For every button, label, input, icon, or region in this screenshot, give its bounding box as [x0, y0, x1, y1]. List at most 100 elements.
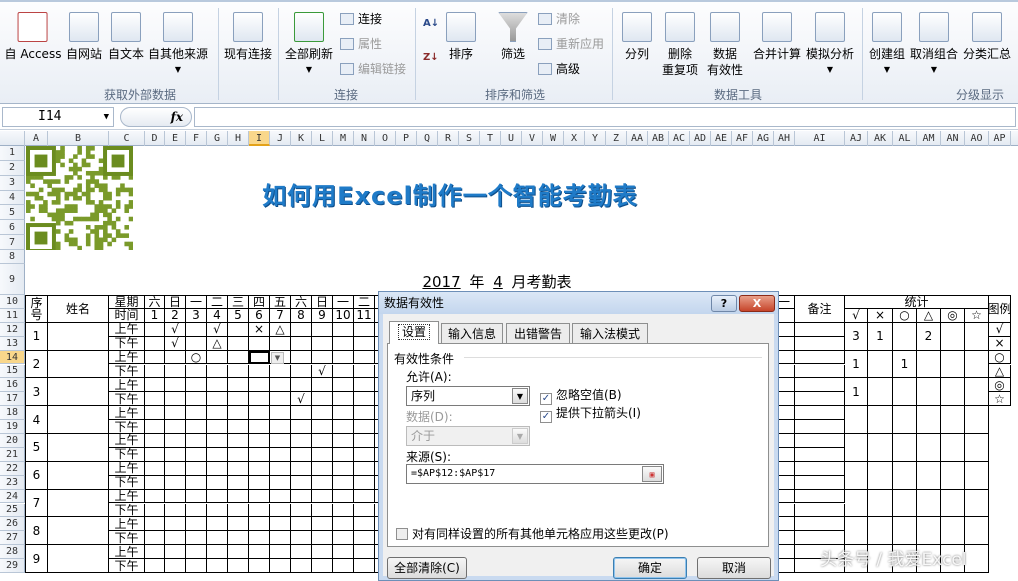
cell-I21[interactable]	[249, 447, 270, 462]
cell-E27[interactable]	[165, 531, 186, 546]
cell-C24[interactable]: 上午	[109, 489, 145, 504]
row-header-15[interactable]: 15	[0, 364, 25, 379]
cell-AP13[interactable]: ×	[989, 336, 1011, 351]
cell-F21[interactable]	[186, 447, 207, 462]
cell-N19[interactable]	[354, 420, 375, 434]
cell-H26[interactable]	[228, 517, 249, 532]
from-other-sources-button[interactable]: 自其他来源 ▼	[148, 6, 208, 78]
column-header-X[interactable]: X	[564, 131, 585, 146]
cell-H18[interactable]	[228, 406, 249, 421]
cell-AP16[interactable]: ◎	[989, 378, 1011, 393]
cell-F12[interactable]	[186, 322, 207, 337]
cell-K19[interactable]	[291, 420, 312, 434]
cell-AI21[interactable]	[795, 447, 845, 462]
cell-I16[interactable]	[249, 378, 270, 393]
column-header-R[interactable]: R	[438, 131, 459, 146]
cell-K25[interactable]	[291, 503, 312, 518]
column-header-G[interactable]: G	[207, 131, 228, 146]
cell-F13[interactable]	[186, 336, 207, 351]
column-header-T[interactable]: T	[480, 131, 501, 146]
cell-AL11[interactable]: ○	[893, 308, 917, 323]
cell-AI25[interactable]	[795, 503, 845, 518]
year-value[interactable]: 2017	[418, 273, 464, 291]
cell-AM12[interactable]: 2	[917, 322, 941, 351]
cell-C25[interactable]: 下午	[109, 503, 145, 518]
cell-N29[interactable]	[354, 559, 375, 573]
cell-B24[interactable]	[48, 489, 109, 518]
cell-E20[interactable]	[165, 434, 186, 448]
cell-M29[interactable]	[333, 559, 354, 573]
column-header-AO[interactable]: AO	[965, 131, 989, 146]
cell-B22[interactable]	[48, 461, 109, 490]
cell-G15[interactable]	[207, 364, 228, 379]
column-header-E[interactable]: E	[165, 131, 186, 146]
cell-H25[interactable]	[228, 503, 249, 518]
cancel-button[interactable]: 取消	[697, 557, 771, 579]
cell-J12[interactable]: △	[270, 322, 291, 337]
cell-AJ24[interactable]	[845, 489, 868, 518]
cell-K26[interactable]	[291, 517, 312, 532]
cell-G14[interactable]	[207, 350, 228, 365]
source-input[interactable]: =$AP$12:$AP$17 ▣	[406, 464, 664, 484]
cell-AI22[interactable]	[795, 461, 845, 476]
column-header-S[interactable]: S	[459, 131, 480, 146]
cell-C19[interactable]: 下午	[109, 420, 145, 434]
cell-E14[interactable]	[165, 350, 186, 365]
cell-I18[interactable]	[249, 406, 270, 421]
cell-AI15[interactable]	[795, 364, 845, 379]
cell-C22[interactable]: 上午	[109, 461, 145, 476]
cell-C17[interactable]: 下午	[109, 392, 145, 407]
cell-B16[interactable]	[48, 378, 109, 407]
cell-K22[interactable]	[291, 461, 312, 476]
cell-AI19[interactable]	[795, 420, 845, 434]
cell-C27[interactable]: 下午	[109, 531, 145, 546]
cell-J16[interactable]	[270, 378, 291, 393]
cell-AK20[interactable]	[868, 434, 893, 462]
cell-J24[interactable]	[270, 489, 291, 504]
cell-L26[interactable]	[312, 517, 333, 532]
cell-F29[interactable]	[186, 559, 207, 573]
cell-AO11[interactable]: ☆	[965, 308, 989, 323]
cell-F11[interactable]: 3	[186, 308, 207, 323]
cell-AO12[interactable]	[965, 322, 989, 351]
cell-E22[interactable]	[165, 461, 186, 476]
cell-AN18[interactable]	[941, 406, 965, 434]
cell-L23[interactable]	[312, 475, 333, 490]
cell-G12[interactable]: √	[207, 322, 228, 337]
cell-J27[interactable]	[270, 531, 291, 546]
cell-G25[interactable]	[207, 503, 228, 518]
cell-AN14[interactable]	[941, 350, 965, 379]
cell-AO24[interactable]	[965, 489, 989, 518]
column-header-P[interactable]: P	[396, 131, 417, 146]
cell-AN22[interactable]	[941, 461, 965, 490]
cell-K27[interactable]	[291, 531, 312, 546]
tab-input-message[interactable]: 输入信息	[441, 323, 503, 344]
cell-J11[interactable]: 7	[270, 308, 291, 323]
cell-AM22[interactable]	[917, 461, 941, 490]
cell-K17[interactable]: √	[291, 392, 312, 407]
cell-D16[interactable]	[145, 378, 165, 393]
from-text-button[interactable]: 自文本	[108, 6, 144, 62]
column-header-AC[interactable]: AC	[669, 131, 690, 146]
cell-M11[interactable]: 10	[333, 308, 354, 323]
cell-N15[interactable]	[354, 364, 375, 379]
cell-AJ16[interactable]: 1	[845, 378, 868, 407]
cell-D28[interactable]	[145, 545, 165, 560]
cell-L29[interactable]	[312, 559, 333, 573]
cell-F17[interactable]	[186, 392, 207, 407]
column-header-D[interactable]: D	[145, 131, 165, 146]
name-box[interactable]: I14 ▼	[2, 107, 114, 127]
range-select-icon[interactable]: ▣	[642, 466, 662, 482]
cell-N26[interactable]	[354, 517, 375, 532]
cell-N22[interactable]	[354, 461, 375, 476]
cell-L17[interactable]	[312, 392, 333, 407]
column-header-AM[interactable]: AM	[917, 131, 941, 146]
cell-H10[interactable]: 三	[228, 295, 249, 309]
cell-D18[interactable]	[145, 406, 165, 421]
cell-E24[interactable]	[165, 489, 186, 504]
cell-M26[interactable]	[333, 517, 354, 532]
chevron-down-icon[interactable]: ▼	[512, 388, 528, 404]
cell-AL16[interactable]	[893, 378, 917, 407]
cell-AM16[interactable]	[917, 378, 941, 407]
cell-N23[interactable]	[354, 475, 375, 490]
